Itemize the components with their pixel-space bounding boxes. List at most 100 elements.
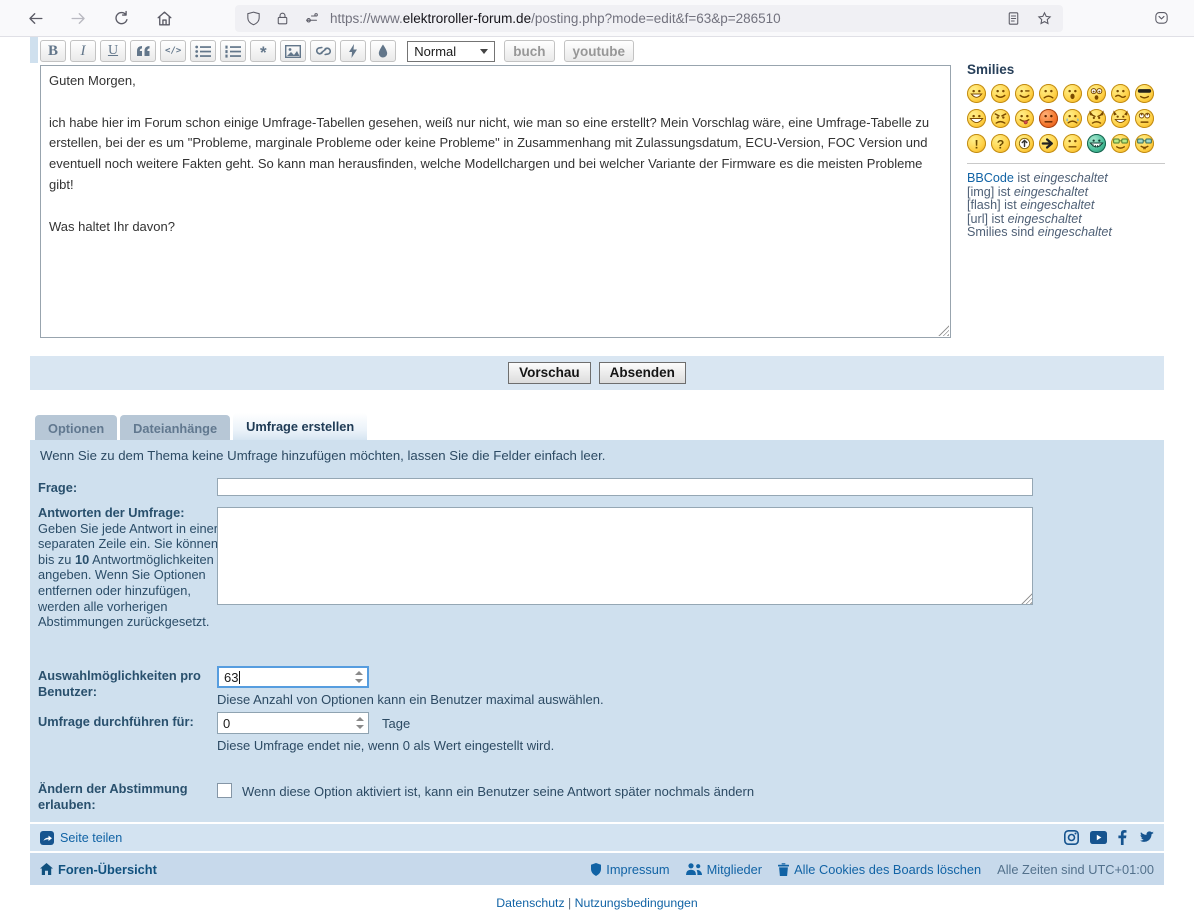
lock-icon[interactable] — [274, 10, 291, 27]
svg-text:?: ? — [997, 137, 1005, 151]
tab-create-poll[interactable]: Umfrage erstellen — [233, 413, 367, 442]
toolbar-italic-button[interactable]: I — [70, 40, 96, 62]
smiley-very-happy[interactable] — [967, 84, 986, 103]
poll-length-input[interactable]: 0 — [217, 712, 369, 734]
poll-question-input[interactable] — [217, 478, 1033, 496]
chevron-down-icon — [480, 49, 488, 54]
smiley-mad[interactable] — [991, 109, 1010, 128]
facebook-icon[interactable] — [1118, 830, 1127, 845]
divider — [967, 163, 1165, 164]
smiley-shocked[interactable] — [1087, 84, 1106, 103]
poll-question-label: Frage: — [38, 480, 77, 495]
smiley-geek[interactable] — [1111, 134, 1130, 153]
font-size-select[interactable]: Normal — [407, 41, 495, 62]
back-icon[interactable] — [26, 9, 45, 28]
number-spinner[interactable] — [351, 668, 367, 686]
message-textarea[interactable]: Guten Morgen, ich habe hier im Forum sch… — [40, 65, 951, 338]
tab-attachments[interactable]: Dateianhänge — [120, 415, 230, 442]
toolbar-youtube-button[interactable]: youtube — [564, 40, 635, 62]
shield-icon — [591, 863, 601, 876]
smiley-cool[interactable] — [1135, 84, 1154, 103]
smiley-evil[interactable] — [1087, 109, 1106, 128]
smiley-uber-geek[interactable] — [1135, 134, 1154, 153]
panel-edge-sliver — [30, 37, 38, 63]
toolbar-list-bullet-button[interactable] — [190, 40, 216, 62]
home-icon — [40, 863, 53, 875]
shield-icon[interactable] — [245, 10, 262, 27]
url-path: /posting.php?mode=edit&f=63&p=286510 — [531, 11, 781, 26]
smiley-rolling-eyes[interactable] — [1135, 109, 1154, 128]
toolbar-quote-button[interactable] — [130, 40, 156, 62]
svg-text:!: ! — [974, 137, 978, 151]
reload-icon[interactable] — [112, 9, 131, 28]
smiley-surprised[interactable] — [1063, 84, 1082, 103]
poll-intro: Wenn Sie zu dem Thema keine Umfrage hinz… — [40, 448, 605, 463]
smiley-embarrassed[interactable] — [1039, 109, 1058, 128]
smiley-laughing[interactable] — [967, 109, 986, 128]
smiley-exclamation[interactable]: ! — [967, 134, 986, 153]
toolbar-code-button[interactable]: </> — [160, 40, 186, 62]
twitter-icon[interactable] — [1138, 831, 1154, 844]
toolbar-font-colour-button[interactable] — [370, 40, 396, 62]
submit-button[interactable]: Absenden — [599, 362, 686, 384]
smiley-question[interactable]: ? — [991, 134, 1010, 153]
url-bar[interactable]: https://www.elektroroller-forum.de/posti… — [235, 5, 1063, 32]
preview-button[interactable]: Vorschau — [508, 362, 591, 384]
smilies-title: Smilies — [967, 62, 1167, 77]
privacy-link[interactable]: Datenschutz — [496, 896, 564, 910]
toolbar-list-ordered-button[interactable] — [220, 40, 246, 62]
toolbar-flash-button[interactable] — [340, 40, 366, 62]
legal-links: Datenschutz | Nutzungsbedingungen — [0, 896, 1194, 910]
smiley-twisted-evil[interactable] — [1111, 109, 1130, 128]
poll-max-options-help: Diese Anzahl von Optionen kann ein Benut… — [217, 692, 604, 707]
smiley-neutral[interactable] — [1063, 134, 1082, 153]
tab-options[interactable]: Optionen — [35, 415, 117, 442]
bookmark-star-icon[interactable] — [1036, 10, 1053, 27]
toolbar-url-button[interactable] — [310, 40, 336, 62]
toolbar-buch-button[interactable]: buch — [504, 40, 554, 62]
smiley-idea[interactable] — [1015, 134, 1034, 153]
smilies-panel: Smilies !? BBCode ist eingeschaltet [img… — [967, 62, 1167, 240]
toolbar-bold-button[interactable]: B — [40, 40, 66, 62]
permissions-icon[interactable] — [303, 10, 320, 27]
action-band: Vorschau Absenden — [30, 356, 1164, 390]
poll-max-options-label: Auswahlmöglichkeiten pro Benutzer: — [38, 668, 201, 699]
pocket-icon[interactable] — [1153, 9, 1170, 26]
smiley-mr-green[interactable] — [1087, 134, 1106, 153]
poll-vote-change-checkbox[interactable] — [217, 783, 232, 798]
youtube-icon[interactable] — [1090, 831, 1107, 844]
poll-length-unit: Tage — [382, 716, 410, 731]
home-icon[interactable] — [155, 9, 174, 28]
smiley-crying[interactable] — [1063, 109, 1082, 128]
board-index-link[interactable]: Foren-Übersicht — [40, 862, 157, 877]
toolbar-list-item-button[interactable]: * — [250, 40, 276, 62]
smilies-grid: !? — [967, 84, 1167, 153]
number-spinner[interactable] — [352, 713, 368, 733]
terms-link[interactable]: Nutzungsbedingungen — [575, 896, 698, 910]
poll-length-label: Umfrage durchführen für: — [38, 714, 194, 729]
footer-bar: Foren-Übersicht Impressum Mitglieder All… — [30, 853, 1164, 885]
poll-vote-change-label: Ändern der Abstimmung erlauben: — [38, 781, 188, 812]
smiley-smile[interactable] — [991, 84, 1010, 103]
members-link[interactable]: Mitglieder — [686, 862, 762, 877]
instagram-icon[interactable] — [1064, 830, 1079, 845]
toolbar-image-button[interactable] — [280, 40, 306, 62]
impressum-link[interactable]: Impressum — [591, 862, 669, 877]
poll-max-options-input[interactable]: 63 — [217, 666, 369, 688]
smiley-sad[interactable] — [1039, 84, 1058, 103]
text-caret — [239, 671, 240, 684]
poll-answers-textarea[interactable] — [217, 507, 1033, 605]
smiley-arrow[interactable] — [1039, 134, 1058, 153]
bbcode-help-link[interactable]: BBCode — [967, 171, 1014, 185]
toolbar-underline-button[interactable]: U — [100, 40, 126, 62]
poll-max-options-value: 63 — [224, 670, 238, 685]
forward-icon[interactable] — [69, 9, 88, 28]
poll-vote-change-help: Wenn diese Option aktiviert ist, kann ei… — [242, 784, 754, 799]
bbcode-toolbar: BIU </> * Normal buch youtube — [40, 40, 634, 62]
smiley-confused[interactable] — [1111, 84, 1130, 103]
smiley-wink[interactable] — [1015, 84, 1034, 103]
delete-cookies-link[interactable]: Alle Cookies des Boards löschen — [778, 862, 981, 877]
reader-mode-icon[interactable] — [1005, 10, 1022, 27]
share-page-link[interactable]: Seite teilen — [60, 831, 122, 845]
smiley-razz[interactable] — [1015, 109, 1034, 128]
